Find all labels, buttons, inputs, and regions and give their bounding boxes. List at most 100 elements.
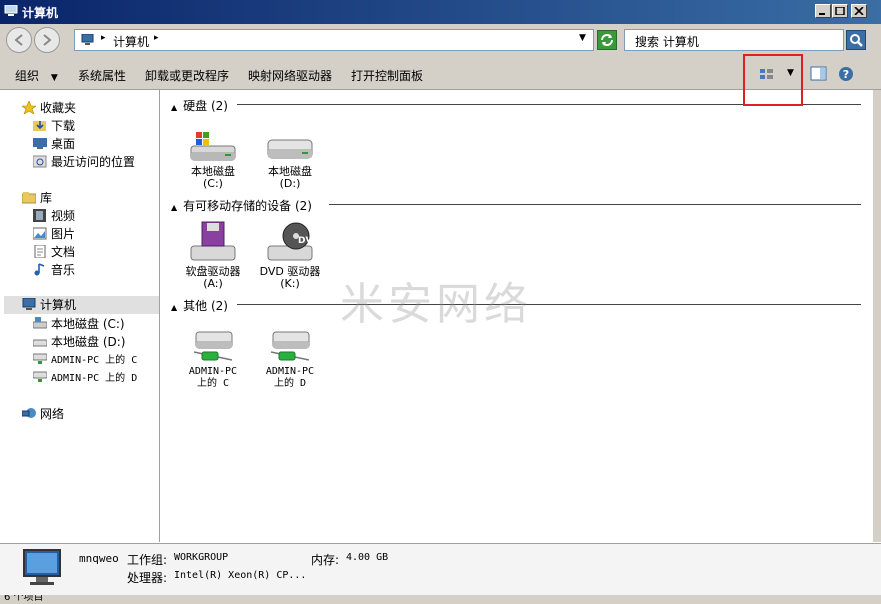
nav-videos-label: 视频 bbox=[51, 209, 76, 223]
memory-label: 内存: bbox=[311, 553, 340, 567]
nav-computer[interactable]: 计算机 bbox=[4, 296, 159, 314]
video-icon bbox=[33, 209, 46, 222]
search-button[interactable] bbox=[846, 30, 866, 50]
nav-local-disk-c-label: 本地磁盘 (C:) bbox=[51, 317, 125, 331]
memory-value: 4.00 GB bbox=[346, 552, 389, 563]
network-drive-icon bbox=[33, 353, 47, 364]
drive-tile-c[interactable]: 本地磁盘 (C:) bbox=[178, 130, 248, 190]
desktop-icon bbox=[33, 138, 47, 149]
back-button[interactable] bbox=[6, 27, 32, 53]
group-header-label: 硬盘 (2) bbox=[183, 99, 228, 113]
search-input[interactable]: 搜索 计算机 bbox=[624, 29, 844, 51]
nav-music[interactable]: 音乐 bbox=[33, 261, 75, 279]
nav-favorites[interactable]: 收藏夹 bbox=[22, 99, 76, 117]
nav-favorites-label: 收藏夹 bbox=[40, 101, 77, 115]
search-placeholder: 搜索 计算机 bbox=[635, 35, 699, 49]
nav-desktop[interactable]: 桌面 bbox=[33, 135, 75, 153]
document-icon bbox=[34, 245, 46, 258]
svg-text:?: ? bbox=[843, 68, 849, 81]
drive-tile-floppy-a[interactable]: 软盘驱动器 (A:) bbox=[178, 220, 248, 290]
dvd-badge: DVD bbox=[298, 236, 320, 246]
uninstall-program-button[interactable]: 卸载或更改程序 bbox=[145, 67, 229, 84]
drive-tile-d[interactable]: 本地磁盘 (D:) bbox=[255, 130, 325, 190]
hard-drive-icon bbox=[267, 139, 313, 159]
nav-network-drive-d-label: ADMIN-PC 上的 D bbox=[51, 373, 138, 384]
nav-desktop-label: 桌面 bbox=[51, 137, 76, 151]
network-drive-icon bbox=[33, 371, 47, 382]
group-divider bbox=[237, 304, 861, 305]
downloads-folder-icon bbox=[33, 121, 46, 131]
nav-videos[interactable]: 视频 bbox=[33, 207, 75, 225]
arrow-left-icon bbox=[14, 34, 23, 46]
maximize-button[interactable] bbox=[832, 4, 848, 18]
network-drive-tile-c[interactable]: ADMIN-PC 上的 C bbox=[178, 330, 248, 390]
refresh-icon bbox=[601, 34, 613, 46]
processor-value: Intel(R) Xeon(R) CP... bbox=[174, 570, 307, 581]
breadcrumb-separator-icon: ▸ bbox=[101, 33, 106, 43]
organize-label: 组织 bbox=[15, 69, 40, 83]
nav-local-disk-d[interactable]: 本地磁盘 (D:) bbox=[33, 333, 125, 351]
preview-pane-icon bbox=[810, 66, 827, 81]
computer-icon bbox=[81, 34, 94, 45]
drive-tile-dvd-k[interactable]: DVD DVD 驱动器 (K:) bbox=[255, 220, 325, 290]
floppy-drive-icon bbox=[190, 221, 236, 261]
help-button[interactable]: ? bbox=[838, 66, 856, 82]
nav-downloads[interactable]: 下载 bbox=[33, 117, 75, 135]
refresh-button[interactable] bbox=[597, 30, 617, 50]
collapse-icon: ▲ bbox=[171, 103, 178, 112]
minimize-button[interactable] bbox=[815, 4, 831, 18]
preview-pane-button[interactable] bbox=[810, 66, 828, 82]
drive-letter: (A:) bbox=[203, 277, 223, 290]
chevron-down-icon: ▼ bbox=[50, 73, 58, 83]
nav-computer-label: 计算机 bbox=[40, 298, 77, 312]
open-control-panel-button[interactable]: 打开控制面板 bbox=[351, 67, 423, 84]
nav-recent-places[interactable]: 最近访问的位置 bbox=[33, 153, 135, 171]
nav-local-disk-c[interactable]: 本地磁盘 (C:) bbox=[33, 315, 125, 333]
nav-network-drive-d[interactable]: ADMIN-PC 上的 D bbox=[33, 369, 137, 387]
hard-drive-icon bbox=[33, 339, 47, 347]
system-properties-button[interactable]: 系统属性 bbox=[78, 67, 126, 84]
nav-documents-label: 文档 bbox=[51, 245, 76, 259]
nav-network[interactable]: 网络 bbox=[22, 405, 64, 423]
nav-documents[interactable]: 文档 bbox=[33, 243, 75, 261]
address-toolbar: ▸ 计算机 ▸ ▼ 搜索 计算机 bbox=[0, 24, 881, 58]
item-count: 6 个项目 bbox=[4, 595, 44, 603]
drive-name: ADMIN-PC bbox=[265, 366, 315, 377]
search-icon bbox=[850, 34, 863, 47]
arrow-right-icon bbox=[43, 34, 52, 46]
right-border bbox=[873, 90, 881, 542]
map-network-drive-button[interactable]: 映射网络驱动器 bbox=[248, 67, 332, 84]
nav-network-drive-c[interactable]: ADMIN-PC 上的 C bbox=[33, 351, 137, 369]
drive-letter: (K:) bbox=[280, 277, 300, 290]
group-header-removable[interactable]: ▲ 有可移动存储的设备 (2) bbox=[171, 197, 861, 213]
organize-menu[interactable]: 组织 ▼ bbox=[15, 67, 58, 84]
breadcrumb-chevron-icon[interactable]: ▸ bbox=[154, 33, 159, 43]
forward-button[interactable] bbox=[34, 27, 60, 53]
nav-pictures[interactable]: 图片 bbox=[33, 225, 75, 243]
pictures-icon bbox=[33, 227, 47, 240]
nav-local-disk-d-label: 本地磁盘 (D:) bbox=[51, 335, 126, 349]
watermark: 米安网络 bbox=[340, 279, 532, 330]
breadcrumb-computer[interactable]: 计算机 bbox=[113, 33, 149, 50]
status-bar: 6 个项目 bbox=[0, 595, 881, 604]
maximize-icon bbox=[835, 7, 845, 15]
nav-libraries[interactable]: 库 bbox=[22, 189, 52, 207]
computer-monitor-icon bbox=[23, 549, 61, 585]
address-dropdown-icon[interactable]: ▼ bbox=[579, 33, 586, 43]
address-bar[interactable]: ▸ 计算机 ▸ ▼ bbox=[74, 29, 594, 51]
drive-name: ADMIN-PC bbox=[188, 366, 238, 377]
close-button[interactable] bbox=[851, 4, 867, 18]
group-header-label: 有可移动存储的设备 (2) bbox=[183, 199, 312, 213]
drive-letter: 上的 C bbox=[196, 378, 230, 389]
nav-recent-places-label: 最近访问的位置 bbox=[51, 155, 136, 169]
navigation-pane: 收藏夹 下载 桌面 最近访问的位置 库 视频 图片 文档 音乐 计算机 本地磁盘… bbox=[0, 90, 160, 542]
library-icon bbox=[22, 192, 36, 204]
drive-letter: (D:) bbox=[279, 177, 301, 190]
computer-name: mnqweo bbox=[79, 552, 119, 565]
title-bar[interactable]: 计算机 bbox=[0, 0, 881, 24]
group-divider bbox=[329, 204, 861, 205]
close-icon bbox=[854, 7, 864, 15]
network-drive-tile-d[interactable]: ADMIN-PC 上的 D bbox=[255, 330, 325, 390]
nav-pictures-label: 图片 bbox=[51, 227, 76, 241]
window-title: 计算机 bbox=[22, 6, 59, 20]
